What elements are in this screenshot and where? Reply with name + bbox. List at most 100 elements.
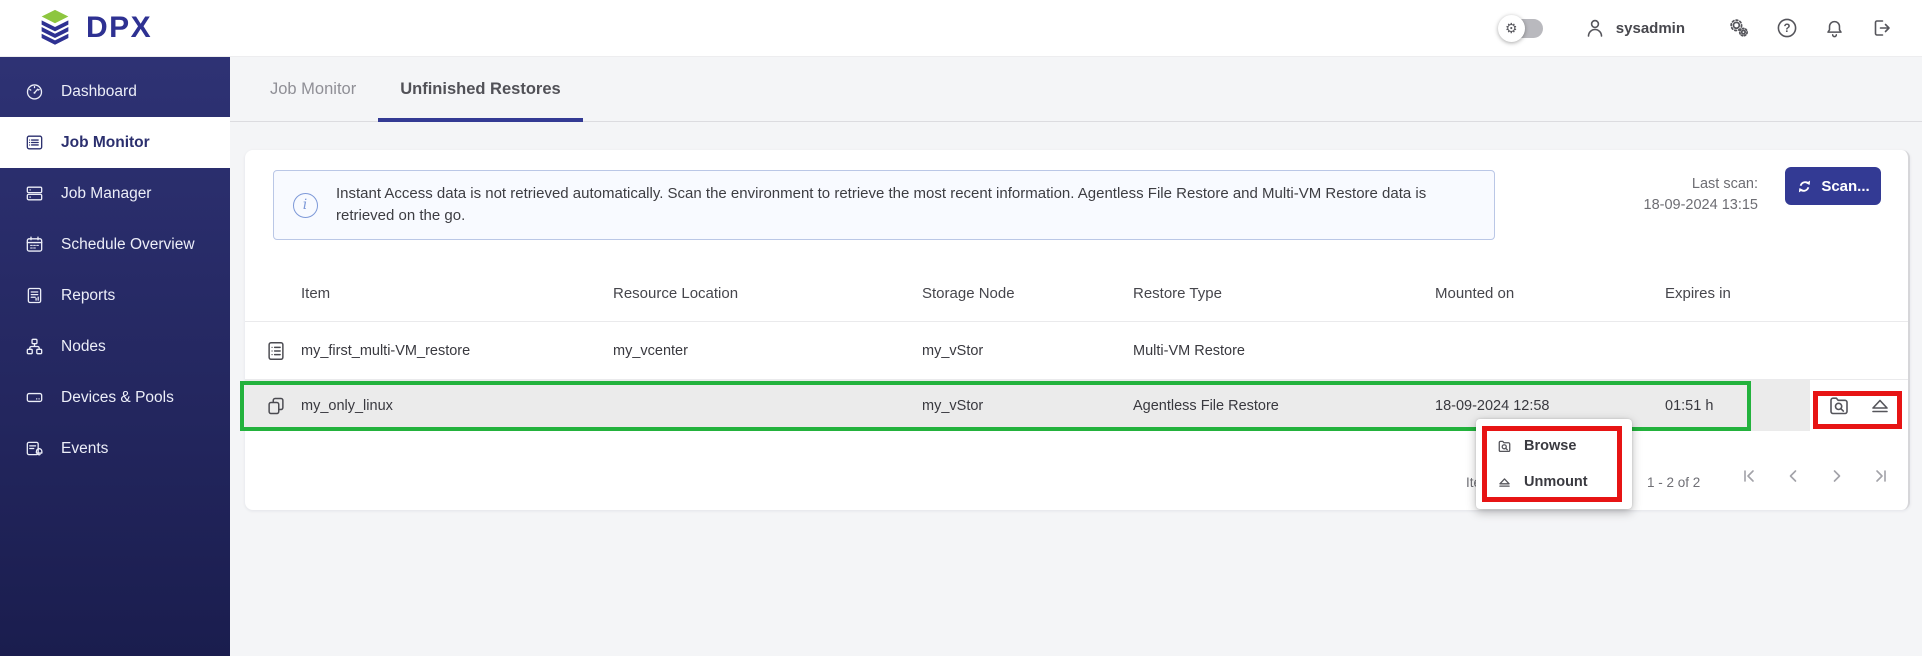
browse-icon [1496,438,1513,455]
job-monitor-icon [24,132,45,153]
sidebar-item-label: Reports [61,287,115,305]
bell-icon [1823,17,1846,40]
refresh-icon [1796,178,1813,195]
multi-vm-restore-icon [265,340,287,362]
scan-button[interactable]: Scan... [1785,167,1881,205]
column-header-restore-type: Restore Type [1133,285,1435,302]
gears-icon [1725,15,1751,41]
eject-icon [1496,474,1513,491]
column-header-item: Item [301,285,613,302]
notifications-button[interactable] [1823,17,1846,40]
column-header-storage-node: Storage Node [922,285,1133,302]
table-row-multi-vm-restore[interactable]: my_first_multi-VM_restore my_vcenter my_… [245,322,1908,380]
toggle-gear-icon: ⚙ [1498,15,1525,42]
eject-icon [1867,393,1893,419]
sidebar-item-label: Job Manager [61,185,151,203]
cell-item: my_first_multi-VM_restore [301,343,613,359]
dpx-logo: DPX [34,7,152,49]
theme-toggle[interactable]: ⚙ [1501,19,1543,38]
dpx-logo-icon [34,7,76,49]
menu-item-browse[interactable]: Browse [1476,428,1632,464]
previous-page-button[interactable] [1783,466,1803,486]
devices-icon [24,387,45,408]
schedule-icon [24,234,45,255]
last-page-button[interactable] [1871,466,1891,486]
copy-icon [265,395,287,417]
tab-bar: Job Monitor Unfinished Restores [230,57,1922,122]
sidebar-item-label: Job Monitor [61,134,150,152]
sidebar-item-label: Events [61,440,108,458]
table-header-row: Item Resource Location Storage Node Rest… [245,265,1908,322]
logo-text: DPX [86,11,152,45]
svg-text:?: ? [1783,23,1790,35]
tab-job-monitor[interactable]: Job Monitor [248,57,378,121]
browse-action-button[interactable] [1826,393,1852,419]
pagination-controls [1739,466,1891,486]
dashboard-icon [24,81,45,102]
pagination-range: 1 - 2 of 2 [1647,475,1700,490]
tab-unfinished-restores[interactable]: Unfinished Restores [378,57,582,121]
column-header-mounted-on: Mounted on [1435,285,1665,302]
main-content: Job Monitor Unfinished Restores i Instan… [230,57,1922,656]
sidebar-item-label: Schedule Overview [61,236,195,254]
user-icon [1583,16,1607,40]
help-button[interactable]: ? [1775,16,1799,40]
sidebar-item-nodes[interactable]: Nodes [0,321,230,372]
first-page-icon [1739,466,1759,486]
first-page-button[interactable] [1739,466,1759,486]
help-icon: ? [1775,16,1799,40]
sidebar-item-job-monitor[interactable]: Job Monitor [0,117,230,168]
reports-icon [24,285,45,306]
events-icon [24,438,45,459]
menu-item-label: Unmount [1524,474,1588,490]
cell-expires-in: 01:51 h [1665,398,1810,414]
settings-button[interactable] [1725,15,1751,41]
column-header-expires-in: Expires in [1665,285,1810,302]
last-scan-value: 18-09-2024 13:15 [1644,195,1759,216]
logout-icon [1870,16,1894,40]
chevron-right-icon [1827,466,1847,486]
tab-label: Unfinished Restores [400,80,560,99]
info-banner-text: Instant Access data is not retrieved aut… [336,183,1494,227]
user-menu[interactable]: sysadmin [1583,16,1685,40]
menu-item-label: Browse [1524,438,1576,454]
sidebar-item-label: Dashboard [61,83,137,101]
logout-button[interactable] [1870,16,1894,40]
sidebar-item-job-manager[interactable]: Job Manager [0,168,230,219]
nodes-icon [24,336,45,357]
sidebar-item-events[interactable]: Events [0,423,230,474]
unfinished-restores-panel: i Instant Access data is not retrieved a… [245,150,1910,510]
scan-button-label: Scan... [1821,178,1869,195]
job-manager-icon [24,183,45,204]
top-bar: DPX ⚙ sysadmin ? [0,0,1922,57]
sidebar-item-reports[interactable]: Reports [0,270,230,321]
row-actions [1810,380,1908,431]
next-page-button[interactable] [1827,466,1847,486]
cell-restore-type: Agentless File Restore [1133,398,1435,414]
last-scan-label: Last scan: [1644,174,1759,195]
cell-storage-node: my_vStor [922,398,1133,414]
unmount-action-button[interactable] [1867,393,1893,419]
last-scan: Last scan: 18-09-2024 13:15 [1644,174,1759,216]
table-row-agentless-file-restore[interactable]: my_only_linux my_vStor Agentless File Re… [245,380,1908,431]
info-icon: i [293,193,318,218]
cell-restore-type: Multi-VM Restore [1133,343,1435,359]
cell-storage-node: my_vStor [922,343,1133,359]
column-header-resource-location: Resource Location [613,285,922,302]
sidebar-item-label: Nodes [61,338,106,356]
sidebar-item-schedule-overview[interactable]: Schedule Overview [0,219,230,270]
tab-label: Job Monitor [270,80,356,99]
sidebar-item-devices-pools[interactable]: Devices & Pools [0,372,230,423]
chevron-left-icon [1783,466,1803,486]
username: sysadmin [1616,20,1685,37]
context-menu: Browse Unmount [1476,419,1632,509]
menu-item-unmount[interactable]: Unmount [1476,464,1632,500]
sidebar-item-dashboard[interactable]: Dashboard [0,66,230,117]
cell-mounted-on: 18-09-2024 12:58 [1435,398,1665,414]
sidebar: Dashboard Job Monitor Job Manager Schedu… [0,57,230,656]
cell-item: my_only_linux [301,398,613,414]
cell-resource-location: my_vcenter [613,343,922,359]
browse-icon [1826,393,1852,419]
info-banner: i Instant Access data is not retrieved a… [273,170,1495,240]
last-page-icon [1871,466,1891,486]
